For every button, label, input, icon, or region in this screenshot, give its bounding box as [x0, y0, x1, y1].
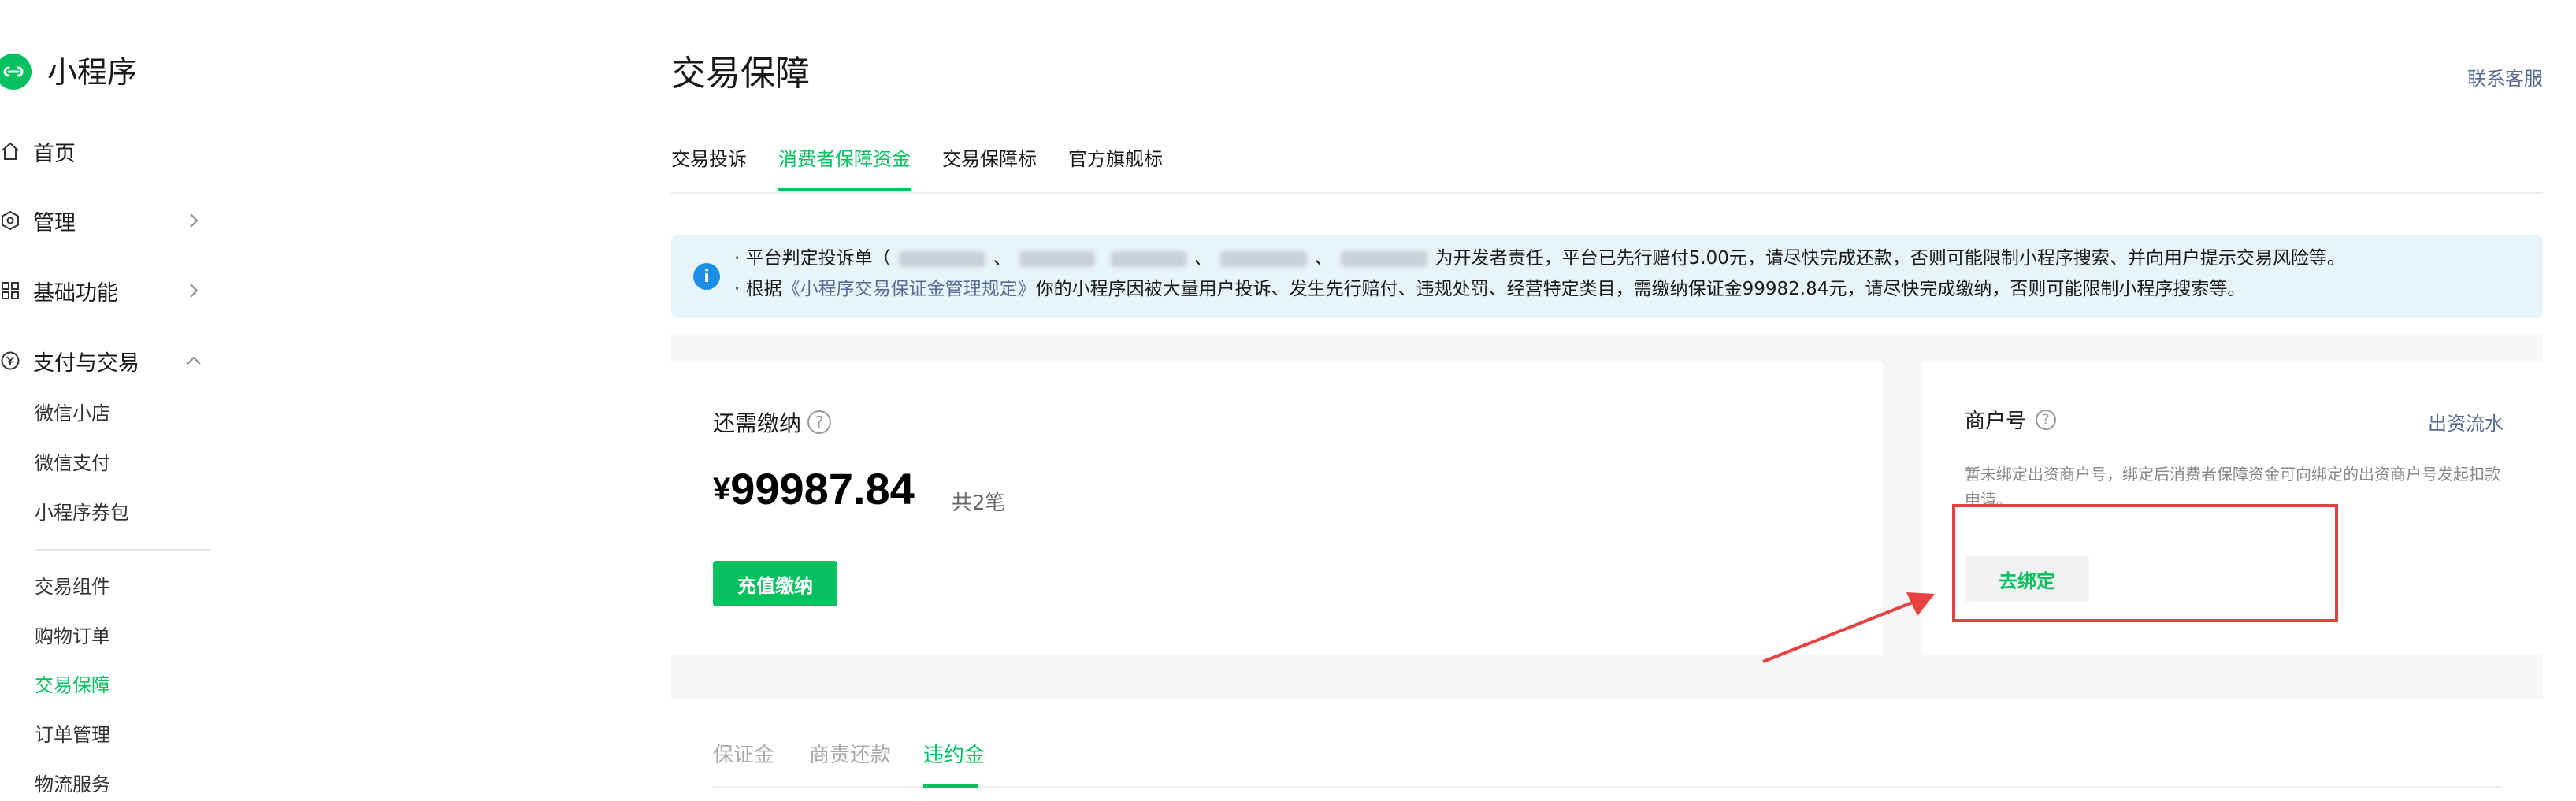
payable-label-row: 还需缴纳 ?	[713, 406, 832, 438]
sidebar-subitem-coupon[interactable]: 小程序券包	[35, 501, 129, 525]
recharge-pay-button[interactable]: 充值缴纳	[713, 561, 837, 606]
annotation-highlight-box	[1952, 504, 2338, 622]
payment-count: 共2笔	[952, 491, 1006, 515]
sidebar-item-label: 首页	[33, 141, 76, 166]
chevron-right-icon	[190, 213, 199, 228]
sidebar-subitem-wechat-shop[interactable]: 微信小店	[35, 402, 110, 425]
redacted-order-id	[898, 250, 985, 267]
notice-text: · 根据	[734, 279, 782, 299]
help-icon[interactable]: ?	[807, 410, 832, 434]
currency-symbol: ¥	[713, 472, 731, 506]
home-icon	[2, 142, 19, 160]
link-logo-icon	[3, 66, 24, 77]
app-title: 小程序	[47, 55, 138, 90]
hexagon-icon	[1, 210, 19, 231]
sidebar-item-payment-trade[interactable]: 支付与交易	[0, 337, 228, 384]
redacted-order-id	[1019, 250, 1095, 267]
sidebar-item-manage[interactable]: 管理	[0, 197, 228, 244]
notice-separator: 、	[993, 248, 1011, 269]
notice-separator: 、	[1314, 248, 1333, 269]
notice-text: 为开发者责任，平台已先行赔付5.00元，请尽快完成还款，否则可能限制小程序搜索、…	[1435, 248, 2345, 269]
amount-value: 99987.84	[730, 464, 915, 514]
sidebar-subitem-trade-protection[interactable]: 交易保障	[35, 673, 110, 697]
redacted-order-id	[1219, 250, 1307, 267]
sidebar-item-label: 管理	[33, 210, 76, 235]
merchant-title-row: 商户号 ?	[1965, 405, 2057, 434]
notice-text: 你的小程序因被大量用户投诉、发生先行赔付、违规处罚、经营特定类目，需缴纳保证金9…	[1035, 279, 2246, 299]
annotation-arrow-icon	[1762, 592, 1935, 663]
payable-amount: ¥99987.84	[713, 463, 915, 515]
merchant-title: 商户号	[1965, 410, 2027, 433]
tab-official-flagship-badge[interactable]: 官方旗舰标	[1068, 146, 1163, 185]
sidebar-item-label: 基础功能	[33, 280, 118, 306]
info-icon: i	[693, 263, 720, 290]
tab-bar: 交易投诉 消费者保障资金 交易保障标 官方旗舰标	[671, 146, 1194, 191]
sidebar-item-label: 支付与交易	[33, 350, 139, 376]
records-tabs-divider	[713, 786, 2501, 788]
tabs-divider	[671, 192, 2543, 194]
chevron-up-icon	[187, 356, 201, 365]
tab-trade-protection-badge[interactable]: 交易保障标	[942, 146, 1037, 185]
notice-line-2: · 根据《小程序交易保证金管理规定》你的小程序因被大量用户投诉、发生先行赔付、违…	[734, 277, 2245, 301]
rules-link[interactable]: 《小程序交易保证金管理规定》	[782, 279, 1036, 299]
funding-flow-link[interactable]: 出资流水	[2428, 408, 2504, 436]
page-title: 交易保障	[671, 54, 810, 94]
notice-text: · 平台判定投诉单（	[734, 248, 891, 269]
sidebar-subitem-order-management[interactable]: 订单管理	[35, 723, 110, 747]
notice-separator: 、	[1193, 248, 1212, 269]
tab-consumer-protection-fund[interactable]: 消费者保障资金	[778, 146, 911, 191]
tab-deposit[interactable]: 保证金	[713, 742, 774, 769]
yen-circle-icon	[1, 351, 20, 370]
sidebar-subitem-logistics[interactable]: 物流服务	[35, 773, 110, 796]
sidebar-subitem-shopping-orders[interactable]: 购物订单	[35, 625, 110, 648]
active-tab-indicator	[923, 784, 978, 788]
contact-support-link[interactable]: 联系客服	[2467, 63, 2543, 91]
chevron-right-icon	[190, 284, 199, 298]
redacted-order-id	[1110, 250, 1186, 267]
tab-penalty[interactable]: 违约金	[923, 742, 985, 769]
redacted-order-id	[1340, 250, 1427, 267]
sidebar-item-home[interactable]: 首页	[0, 128, 228, 175]
sidebar-divider	[35, 549, 210, 551]
sidebar-item-basic-features[interactable]: 基础功能	[0, 267, 228, 314]
sidebar-subitem-trade-component[interactable]: 交易组件	[35, 575, 110, 599]
help-icon[interactable]: ?	[2036, 409, 2057, 430]
tab-complaints[interactable]: 交易投诉	[671, 146, 747, 185]
notice-line-1: · 平台判定投诉单（ 、 、 、 为开发者责任，平台已先行赔付5.00元，请尽快完成还款…	[734, 247, 2345, 270]
sidebar-subitem-wechat-pay[interactable]: 微信支付	[35, 451, 110, 475]
miniprogram-logo-icon	[0, 54, 32, 90]
payable-label: 还需缴纳	[713, 410, 802, 436]
grid-icon	[2, 282, 19, 299]
tab-merchant-repayment[interactable]: 商责还款	[809, 742, 891, 769]
